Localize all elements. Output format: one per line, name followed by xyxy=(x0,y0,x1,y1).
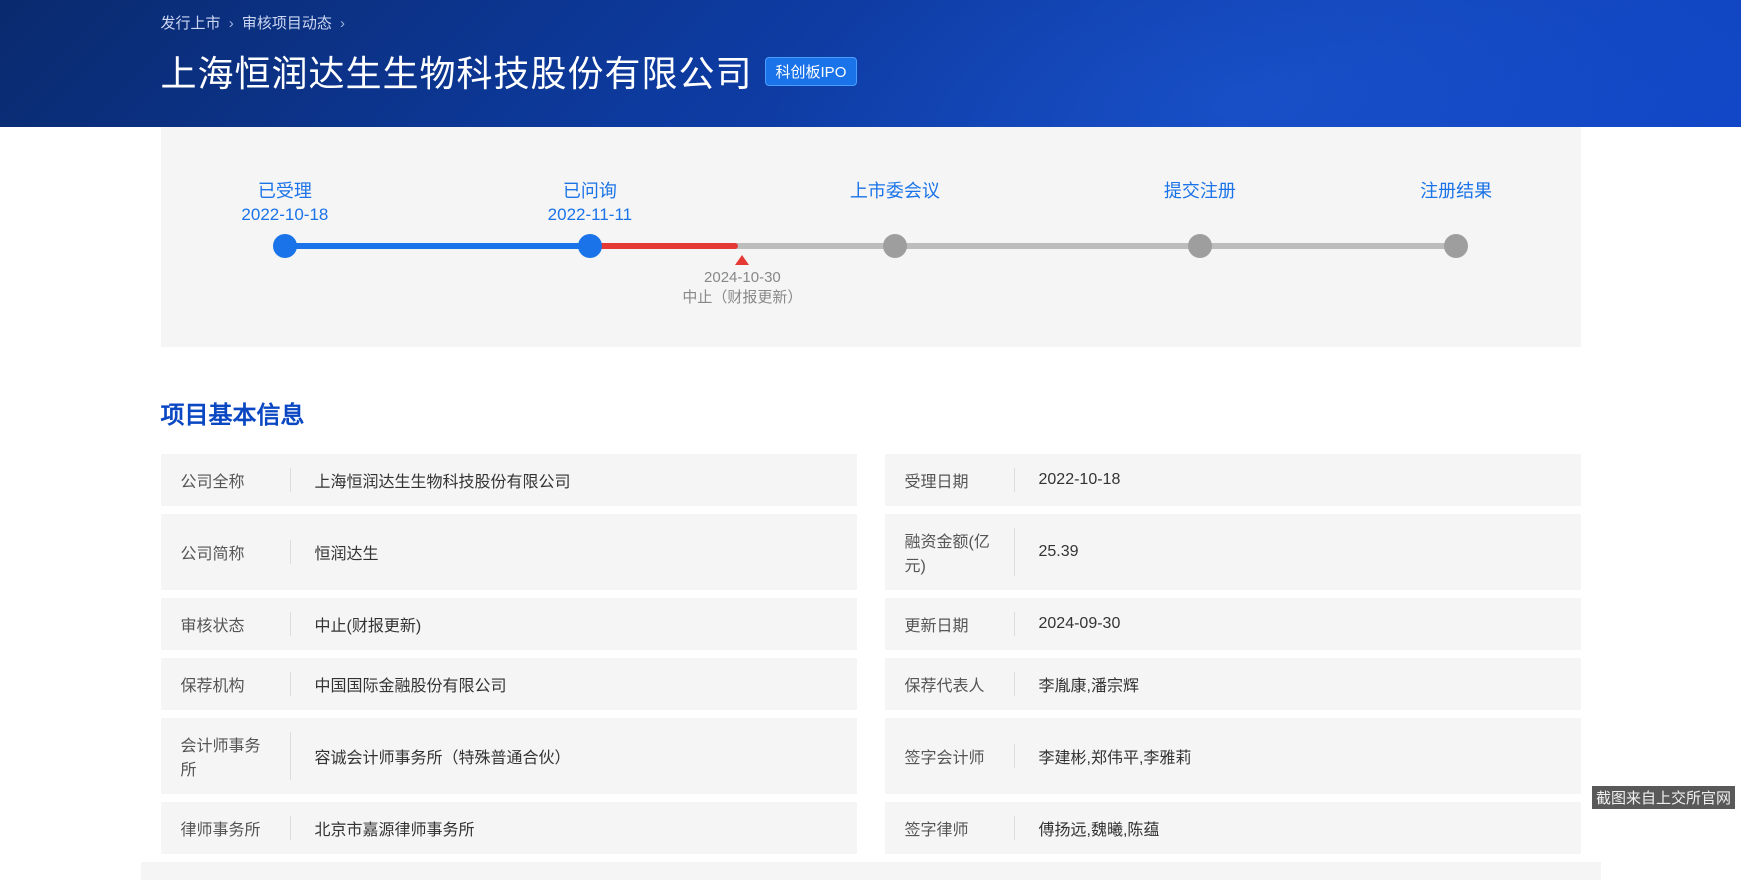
info-row: 签字律师 傅扬远,魏曦,陈蕴 xyxy=(885,802,1581,854)
ipo-timeline: 已受理 2022-10-18 已问询 2022-11-11 上市委会议 提交注册… xyxy=(261,177,1481,317)
info-row: 受理日期 2022-10-18 xyxy=(885,454,1581,506)
breadcrumb-item-1[interactable]: 发行上市 xyxy=(161,15,221,32)
info-row: 公司简称 恒润达生 xyxy=(161,514,857,590)
info-label: 保荐机构 xyxy=(181,672,291,696)
info-row: 保荐机构 中国国际金融股份有限公司 xyxy=(161,658,857,710)
info-row: 签字会计师 李建彬,郑伟平,李雅莉 xyxy=(885,718,1581,794)
partial-row xyxy=(141,862,1601,880)
step-label: 注册结果 xyxy=(1376,177,1536,203)
info-label: 签字会计师 xyxy=(905,744,1015,768)
timeline-dot-4 xyxy=(1188,234,1212,258)
info-label: 签字律师 xyxy=(905,816,1015,840)
info-value: 傅扬远,魏曦,陈蕴 xyxy=(1015,816,1561,840)
timeline-card: 已受理 2022-10-18 已问询 2022-11-11 上市委会议 提交注册… xyxy=(161,127,1581,347)
chevron-right-icon: › xyxy=(340,15,345,32)
marker-date: 2024-10-30 xyxy=(682,269,802,286)
breadcrumb: 发行上市 › 审核项目动态 › xyxy=(161,12,1581,33)
info-label: 律师事务所 xyxy=(181,816,291,840)
info-row: 公司全称 上海恒润达生生物科技股份有限公司 xyxy=(161,454,857,506)
step-label: 提交注册 xyxy=(1120,177,1280,203)
info-row: 审核状态 中止(财报更新) xyxy=(161,598,857,650)
board-badge: 科创板IPO xyxy=(765,57,858,86)
marker-status: 中止（财报更新） xyxy=(682,286,802,307)
info-value: 25.39 xyxy=(1015,543,1561,561)
timeline-status-marker: 2024-10-30 中止（财报更新） xyxy=(682,255,802,307)
info-row: 更新日期 2024-09-30 xyxy=(885,598,1581,650)
section-title-basic-info: 项目基本信息 xyxy=(161,395,1581,430)
timeline-step-2: 已问询 2022-11-11 xyxy=(510,177,670,225)
step-label: 上市委会议 xyxy=(815,177,975,203)
info-row: 融资金额(亿元) 25.39 xyxy=(885,514,1581,590)
info-label: 审核状态 xyxy=(181,612,291,636)
info-label: 会计师事务所 xyxy=(181,732,291,780)
info-value: 李建彬,郑伟平,李雅莉 xyxy=(1015,744,1561,768)
timeline-step-4: 提交注册 xyxy=(1120,177,1280,203)
timeline-step-1: 已受理 2022-10-18 xyxy=(205,177,365,225)
info-label: 融资金额(亿元) xyxy=(905,528,1015,576)
timeline-dot-5 xyxy=(1444,234,1468,258)
info-value: 2024-09-30 xyxy=(1015,615,1561,633)
info-label: 更新日期 xyxy=(905,612,1015,636)
info-label: 受理日期 xyxy=(905,468,1015,492)
info-value: 北京市嘉源律师事务所 xyxy=(291,816,837,840)
info-row: 会计师事务所 容诚会计师事务所（特殊普通合伙） xyxy=(161,718,857,794)
timeline-dot-1 xyxy=(273,234,297,258)
info-label: 保荐代表人 xyxy=(905,672,1015,696)
basic-info-grid: 公司全称 上海恒润达生生物科技股份有限公司 受理日期 2022-10-18 公司… xyxy=(161,454,1581,854)
info-value: 恒润达生 xyxy=(291,540,837,564)
info-value: 中止(财报更新) xyxy=(291,612,837,636)
info-label: 公司简称 xyxy=(181,540,291,564)
info-value: 容诚会计师事务所（特殊普通合伙） xyxy=(291,744,837,768)
step-label: 已受理 xyxy=(205,177,365,203)
timeline-step-5: 注册结果 xyxy=(1376,177,1536,203)
step-label: 已问询 xyxy=(510,177,670,203)
info-value: 中国国际金融股份有限公司 xyxy=(291,672,837,696)
timeline-track-stopped xyxy=(586,243,739,249)
info-row: 保荐代表人 李胤康,潘宗辉 xyxy=(885,658,1581,710)
step-date: 2022-10-18 xyxy=(205,205,365,225)
breadcrumb-item-2[interactable]: 审核项目动态 xyxy=(242,15,332,32)
info-value: 李胤康,潘宗辉 xyxy=(1015,672,1561,696)
timeline-dot-3 xyxy=(883,234,907,258)
chevron-right-icon: › xyxy=(229,15,234,32)
screenshot-source-note: 截图来自上交所官网 xyxy=(1592,786,1735,809)
triangle-up-icon xyxy=(735,255,749,265)
page-header: 发行上市 › 审核项目动态 › 上海恒润达生生物科技股份有限公司 科创板IPO xyxy=(0,0,1741,127)
timeline-step-3: 上市委会议 xyxy=(815,177,975,203)
info-value: 上海恒润达生生物科技股份有限公司 xyxy=(291,468,837,492)
info-label: 公司全称 xyxy=(181,468,291,492)
info-row: 律师事务所 北京市嘉源律师事务所 xyxy=(161,802,857,854)
timeline-track-done xyxy=(281,243,586,249)
page-title: 上海恒润达生生物科技股份有限公司 xyxy=(161,45,753,97)
step-date: 2022-11-11 xyxy=(510,205,670,225)
info-value: 2022-10-18 xyxy=(1015,471,1561,489)
timeline-dot-2 xyxy=(578,234,602,258)
